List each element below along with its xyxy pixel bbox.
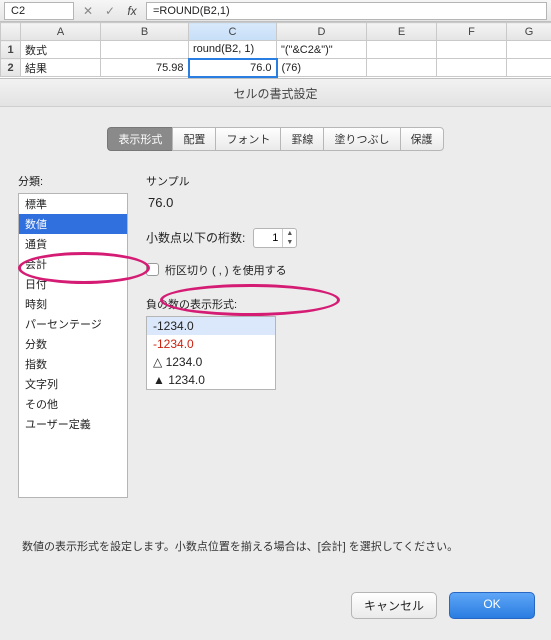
col-header-A[interactable]: A	[21, 23, 101, 41]
category-label: 分類:	[18, 173, 128, 189]
cell-B2[interactable]: 75.98	[101, 59, 189, 77]
category-item-general[interactable]: 標準	[19, 194, 127, 214]
fx-icon[interactable]: fx	[124, 3, 140, 19]
decimal-places-input[interactable]	[254, 230, 282, 246]
category-item-text[interactable]: 文字列	[19, 374, 127, 394]
decimal-places-label: 小数点以下の桁数:	[146, 229, 245, 246]
cell-F1[interactable]	[437, 41, 507, 59]
cell-E1[interactable]	[367, 41, 437, 59]
tab-fill[interactable]: 塗りつぶし	[323, 127, 399, 151]
cell-A2[interactable]: 結果	[21, 59, 101, 77]
tab-number-format[interactable]: 表示形式	[107, 127, 172, 151]
cell-C1[interactable]: round(B2, 1)	[189, 41, 277, 59]
cell-F2[interactable]	[437, 59, 507, 77]
negative-format-list[interactable]: -1234.0 -1234.0 △ 1234.0 ▲ 1234.0	[146, 316, 276, 390]
formula-input[interactable]: =ROUND(B2,1)	[146, 2, 547, 20]
negative-format-item[interactable]: -1234.0	[147, 335, 275, 353]
category-item-special[interactable]: その他	[19, 394, 127, 414]
negative-format-item[interactable]: ▲ 1234.0	[147, 371, 275, 389]
cell-B1[interactable]	[101, 41, 189, 59]
cell-D1[interactable]: "("&C2&")"	[277, 41, 367, 59]
col-header-G[interactable]: G	[507, 23, 551, 41]
category-item-custom[interactable]: ユーザー定義	[19, 414, 127, 434]
cell-G2[interactable]	[507, 59, 551, 77]
dialog-title: セルの書式設定	[0, 79, 551, 107]
format-hint-text: 数値の表示形式を設定します。小数点位置を揃える場合は、[会計] を選択してくださ…	[22, 538, 529, 554]
category-item-date[interactable]: 日付	[19, 274, 127, 294]
row-header-1[interactable]: 1	[1, 41, 21, 59]
decimal-places-stepper[interactable]: ▲ ▼	[253, 228, 297, 248]
sample-value: 76.0	[146, 193, 533, 210]
tab-font[interactable]: フォント	[215, 127, 280, 151]
cell-E2[interactable]	[367, 59, 437, 77]
tab-protection[interactable]: 保護	[400, 127, 444, 151]
col-header-F[interactable]: F	[437, 23, 507, 41]
sample-label: サンプル	[146, 173, 533, 189]
col-header-E[interactable]: E	[367, 23, 437, 41]
category-item-scientific[interactable]: 指数	[19, 354, 127, 374]
tab-border[interactable]: 罫線	[280, 127, 323, 151]
category-item-time[interactable]: 時刻	[19, 294, 127, 314]
category-item-percentage[interactable]: パーセンテージ	[19, 314, 127, 334]
col-header-C[interactable]: C	[189, 23, 277, 41]
cell-reference-box[interactable]: C2	[4, 2, 74, 20]
category-item-accounting[interactable]: 会計	[19, 254, 127, 274]
cell-G1[interactable]	[507, 41, 551, 59]
stepper-down-icon[interactable]: ▼	[283, 238, 296, 247]
cancel-button[interactable]: キャンセル	[351, 592, 437, 619]
cell-D2[interactable]: (76)	[277, 59, 367, 77]
category-item-fraction[interactable]: 分数	[19, 334, 127, 354]
formula-bar: C2 ✕ ✓ fx =ROUND(B2,1)	[0, 0, 551, 22]
cell-A1[interactable]: 数式	[21, 41, 101, 59]
table-row: 2 結果 75.98 76.0 (76)	[1, 59, 551, 77]
cell-C2[interactable]: 76.0	[189, 59, 277, 77]
negative-format-item[interactable]: △ 1234.0	[147, 353, 275, 371]
dialog-tabs: 表示形式 配置 フォント 罫線 塗りつぶし 保護	[18, 127, 533, 151]
negative-format-label: 負の数の表示形式:	[146, 296, 533, 312]
category-item-number[interactable]: 数値	[19, 214, 127, 234]
category-list[interactable]: 標準 数値 通貨 会計 日付 時刻 パーセンテージ 分数 指数 文字列 その他 …	[18, 193, 128, 498]
stepper-up-icon[interactable]: ▲	[283, 229, 296, 238]
corner-cell[interactable]	[1, 23, 21, 41]
category-item-currency[interactable]: 通貨	[19, 234, 127, 254]
col-header-B[interactable]: B	[101, 23, 189, 41]
spreadsheet-grid[interactable]: A B C D E F G 1 数式 round(B2, 1) "("&C2&"…	[0, 22, 551, 79]
negative-format-item[interactable]: -1234.0	[147, 317, 275, 335]
thousands-separator-checkbox[interactable]	[146, 263, 159, 276]
cancel-icon[interactable]: ✕	[80, 3, 96, 19]
confirm-icon[interactable]: ✓	[102, 3, 118, 19]
format-cells-dialog: セルの書式設定 表示形式 配置 フォント 罫線 塗りつぶし 保護 分類: 標準 …	[0, 79, 551, 633]
col-header-D[interactable]: D	[277, 23, 367, 41]
row-header-2[interactable]: 2	[1, 59, 21, 77]
thousands-separator-label: 桁区切り ( , ) を使用する	[165, 262, 287, 278]
tab-alignment[interactable]: 配置	[172, 127, 215, 151]
table-row: 1 数式 round(B2, 1) "("&C2&")"	[1, 41, 551, 59]
formula-bar-controls: ✕ ✓ fx	[80, 3, 140, 19]
ok-button[interactable]: OK	[449, 592, 535, 619]
